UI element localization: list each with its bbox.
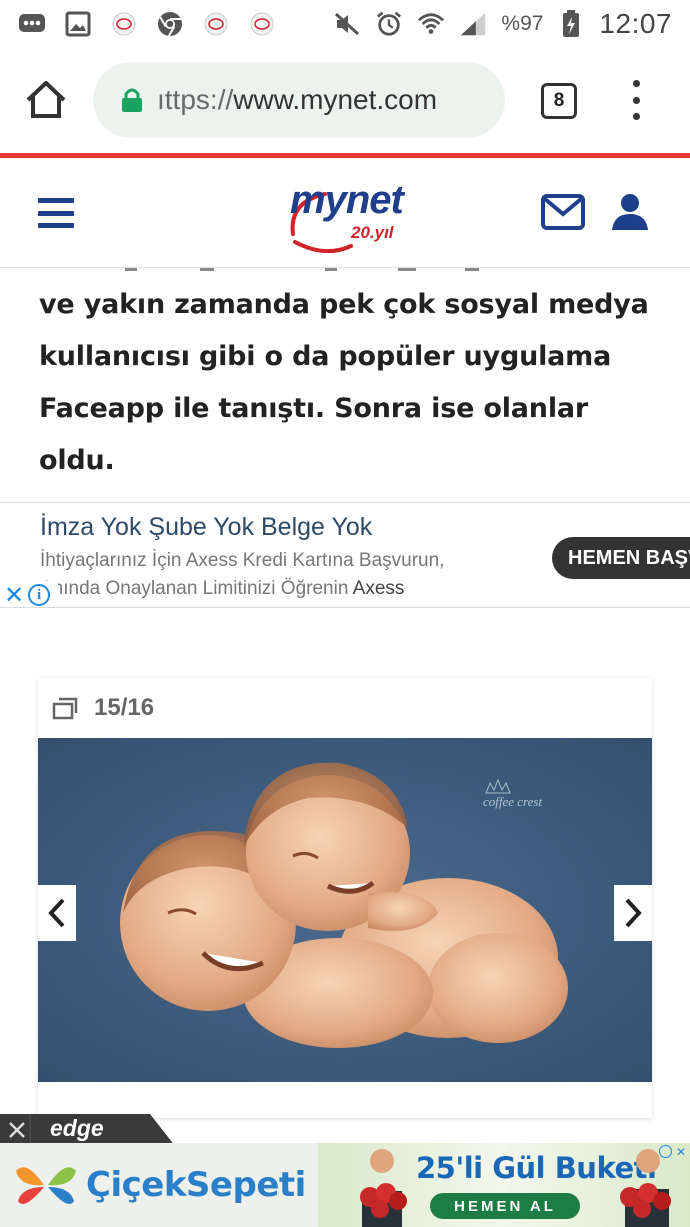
wifi-icon [417,10,445,38]
ad-choices: ✕ i [0,581,58,608]
clock: 12:07 [599,8,672,39]
tab-switcher-button[interactable]: 8 [541,83,577,119]
app-notification-icon [202,10,230,38]
app-notification-icon [110,10,138,38]
text-ad[interactable]: İmza Yok Şube Yok Belge Yok İhtiyaçların… [0,502,690,608]
ad-info-icon[interactable] [658,1145,672,1158]
gallery-next-button[interactable] [614,885,652,941]
mail-icon[interactable] [541,194,585,230]
gallery-notification-icon [64,10,92,38]
home-icon [26,81,66,118]
home-button[interactable] [24,78,68,122]
address-bar[interactable]: ıttps://www.mynet.com [93,62,505,138]
gallery-photo[interactable]: coffee crest [38,738,652,1082]
chevron-left-icon [48,898,65,928]
article-line: ve yakın zamanda pek çok sosyal medya [39,289,649,320]
ad-description: İhtiyaçlarınız İçin Axess Kredi Kartına … [40,550,445,599]
logo-text: mynet [290,178,404,222]
twin-babies-photo: coffee crest [38,738,652,1082]
gallery-card: 15/16 coffee crest [38,678,652,1118]
ad-cta-button[interactable]: HEMEN BAŞVUR [552,537,690,579]
article-line: kullanıcısı gibi o da popüler uygulama [39,341,612,372]
url-text: ıttps://www.mynet.com [157,84,438,115]
clipped-text-line [125,268,479,271]
promo-cta-button[interactable]: HEMEN AL [430,1193,580,1219]
mute-icon [333,10,361,38]
gallery-prev-button[interactable] [38,885,76,941]
banner-close-icon[interactable] [0,1114,30,1146]
site-header: mynet 20.yıl [0,158,690,268]
article-body: ve yakın zamanda pek çok sosyal medya ku… [39,279,659,487]
chevron-right-icon [625,898,642,928]
alarm-icon [375,10,403,38]
gallery-icon [52,697,78,720]
advertiser-logo: ÇiçekSepeti [14,1157,314,1213]
ad-close-icon[interactable]: ✕ [676,1145,686,1159]
logo-anniversary-text: 20.yıl [351,223,394,242]
menu-icon[interactable] [38,198,74,228]
article-line: oldu. [39,445,115,476]
app-notification-icon [248,10,276,38]
message-notification-icon [18,10,46,38]
flower-logo-icon [16,1167,76,1204]
user-icon[interactable] [610,192,650,232]
ad-title[interactable]: İmza Yok Şube Yok Belge Yok [40,513,372,542]
article-line: Faceapp ile tanıştı. Sonra ise olanlar [39,393,589,424]
overflow-menu-button[interactable] [624,80,648,120]
bottom-banner-ad[interactable]: ÇiçekSepeti 25'li Gül Buketi HEMEN AL ✕ [0,1143,690,1227]
lock-icon [122,88,142,112]
photo-watermark: coffee crest [483,794,542,809]
banner-tab-label: edge [50,1115,104,1141]
chrome-notification-icon [156,10,184,38]
advertiser-name: ÇiçekSepeti [86,1165,306,1205]
battery-percent: %97 [501,12,544,35]
status-bar: %97 12:07 [0,0,690,48]
promo-panel: 25'li Gül Buketi HEMEN AL ✕ [318,1143,690,1227]
banner-tab: edge [0,1114,180,1146]
ad-info-icon[interactable]: i [28,584,51,606]
banner-ad-choices[interactable]: ✕ [658,1145,686,1159]
signal-icon [459,10,487,38]
ad-close-icon[interactable]: ✕ [4,581,24,608]
gallery-counter-text: 15/16 [94,694,155,721]
battery-charging-icon [557,10,585,38]
gallery-counter: 15/16 [52,694,154,722]
browser-toolbar: ıttps://www.mynet.com 8 [0,48,690,152]
site-logo[interactable]: mynet 20.yıl [285,178,415,254]
